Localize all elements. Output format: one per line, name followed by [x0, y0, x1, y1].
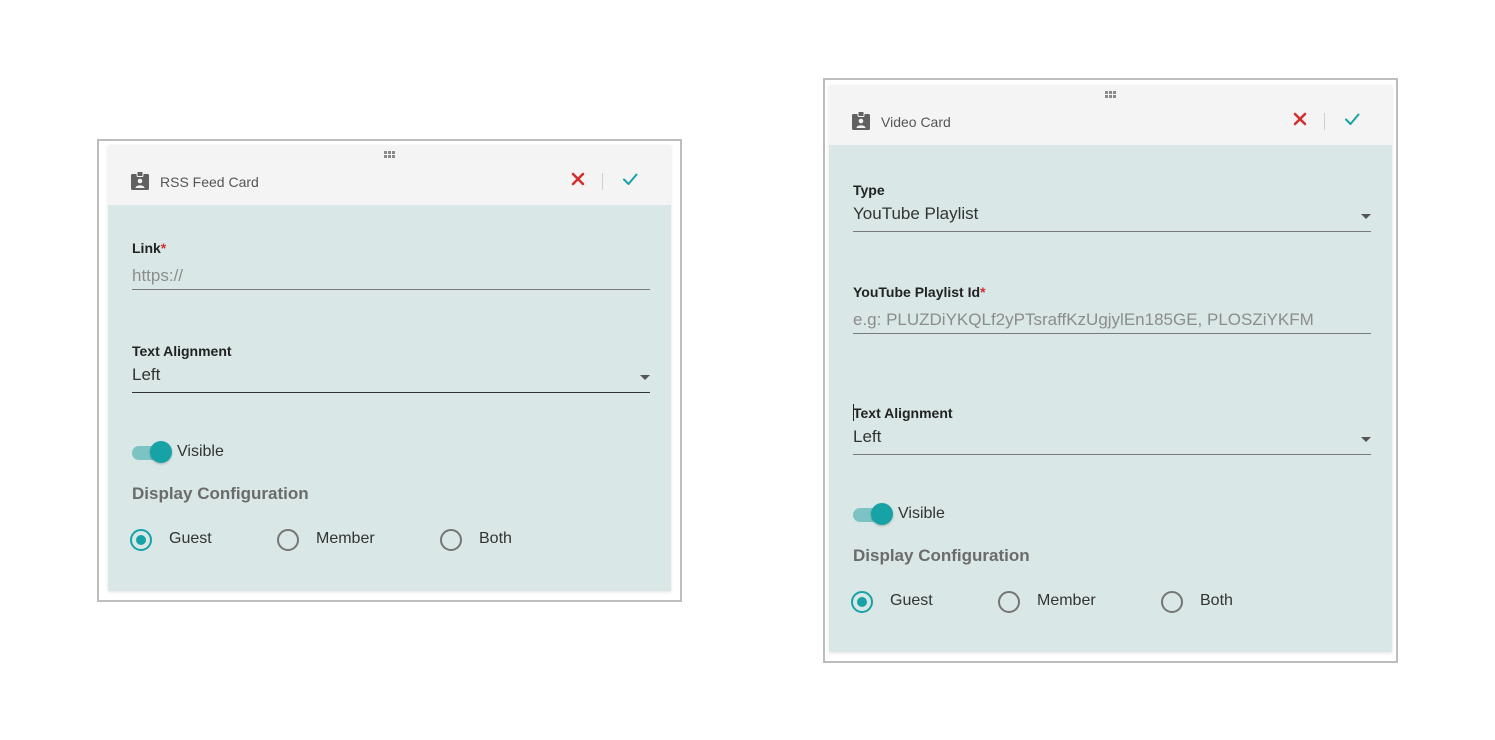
radio-both[interactable] [1161, 591, 1183, 613]
text-alignment-select[interactable]: Left [853, 427, 1371, 455]
visible-label: Visible [177, 443, 224, 460]
text-alignment-value: Left [853, 427, 882, 446]
radio-member[interactable] [277, 529, 299, 551]
type-value: YouTube Playlist [853, 204, 979, 223]
close-icon[interactable] [1290, 109, 1310, 129]
dropdown-arrow-icon [640, 375, 650, 380]
radio-both-label: Both [1200, 592, 1233, 609]
dropdown-arrow-icon [1361, 437, 1371, 442]
radio-guest-label: Guest [890, 592, 933, 609]
card-header: Video Card [829, 85, 1392, 145]
close-icon[interactable] [568, 169, 588, 189]
header-divider [602, 173, 603, 190]
display-configuration-title: Display Configuration [132, 484, 309, 503]
text-alignment-select[interactable]: Left [132, 365, 650, 393]
rss-feed-card: RSS Feed Card Link* Text Alignment Left … [108, 145, 671, 591]
display-configuration-title: Display Configuration [853, 546, 1030, 565]
link-input[interactable] [132, 262, 650, 290]
drag-handle-icon[interactable] [1104, 91, 1117, 100]
radio-guest[interactable] [130, 529, 152, 551]
drag-handle-icon[interactable] [383, 151, 396, 160]
badge-icon [131, 171, 149, 190]
type-select[interactable]: YouTube Playlist [853, 204, 1371, 232]
link-label: Link* [132, 240, 167, 256]
radio-both-label: Both [479, 530, 512, 547]
text-alignment-label: Text Alignment [853, 405, 953, 421]
check-icon[interactable] [620, 169, 640, 189]
check-icon[interactable] [1342, 109, 1362, 129]
radio-both[interactable] [440, 529, 462, 551]
video-card: Video Card Type YouTube Playlist YouTube… [829, 85, 1392, 652]
playlist-id-label: YouTube Playlist Id* [853, 284, 986, 300]
visible-label: Visible [898, 505, 945, 522]
type-label: Type [853, 182, 885, 198]
dropdown-arrow-icon [1361, 214, 1371, 219]
radio-guest-label: Guest [169, 530, 212, 547]
radio-member[interactable] [998, 591, 1020, 613]
text-alignment-label: Text Alignment [132, 343, 232, 359]
radio-member-label: Member [316, 530, 375, 547]
card-header: RSS Feed Card [108, 145, 671, 205]
radio-guest[interactable] [851, 591, 873, 613]
card-title: RSS Feed Card [160, 174, 259, 190]
visible-toggle[interactable] [853, 503, 895, 527]
rss-card-frame: RSS Feed Card Link* Text Alignment Left … [97, 139, 682, 602]
visible-toggle[interactable] [132, 441, 174, 465]
text-alignment-value: Left [132, 365, 161, 384]
playlist-id-input[interactable] [853, 306, 1371, 334]
header-divider [1324, 113, 1325, 130]
card-title: Video Card [881, 114, 951, 130]
badge-icon [852, 111, 870, 130]
radio-member-label: Member [1037, 592, 1096, 609]
video-card-frame: Video Card Type YouTube Playlist YouTube… [823, 78, 1398, 663]
